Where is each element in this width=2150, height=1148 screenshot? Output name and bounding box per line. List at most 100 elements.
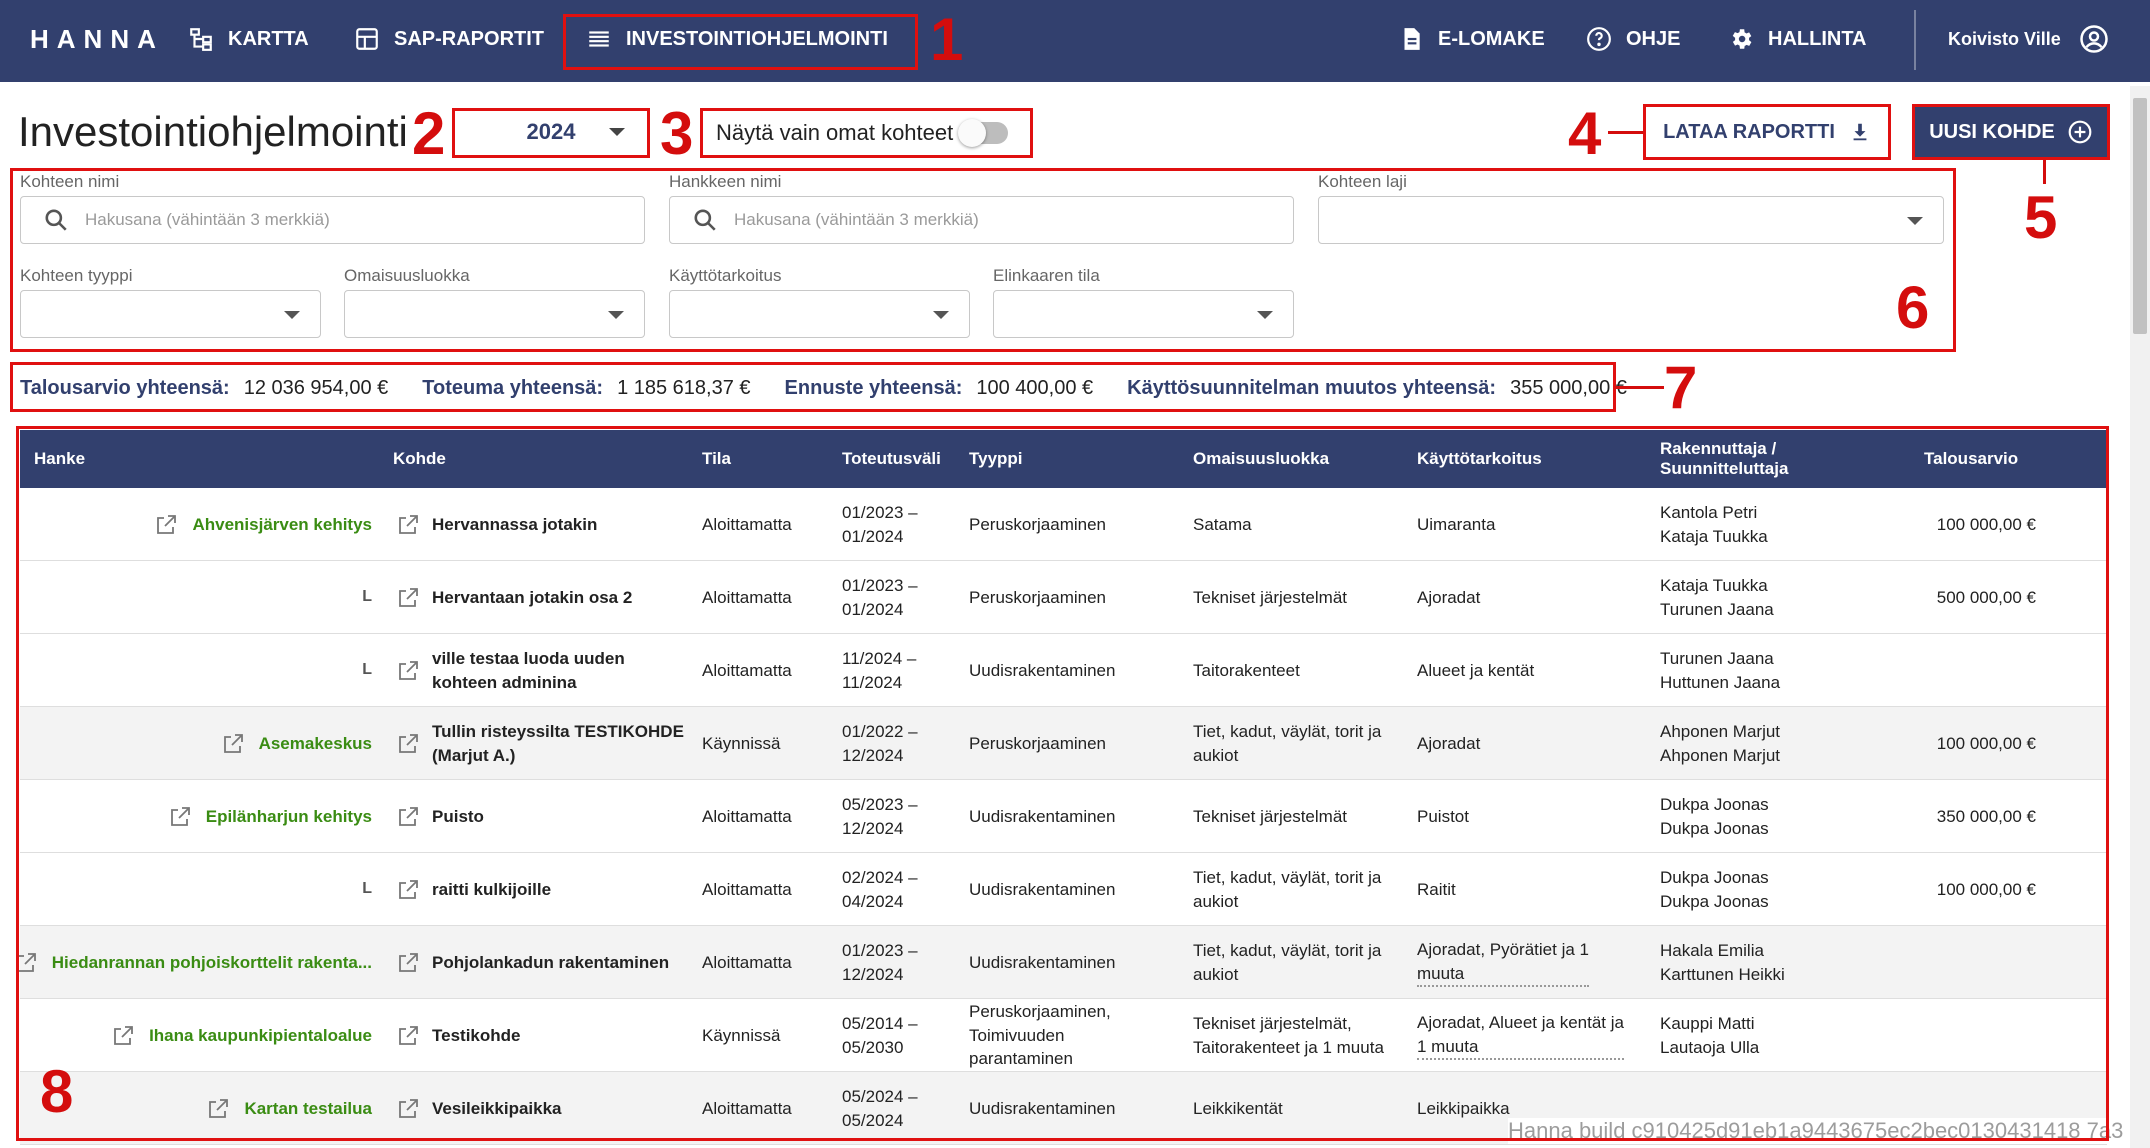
col-talousarvio[interactable]: Talousarvio bbox=[1924, 430, 2018, 488]
kohde-cell[interactable]: Vesileikkipaikka bbox=[396, 1072, 696, 1145]
rakennuttaja-cell: Kantola Petri Kataja Tuukka bbox=[1660, 488, 1860, 561]
col-kayttotarkoitus[interactable]: Käyttötarkoitus bbox=[1417, 430, 1542, 488]
omaisuusluokka-select[interactable] bbox=[344, 290, 645, 338]
annotation-number-1: 1 bbox=[930, 6, 964, 73]
date-range-line: 01/2024 bbox=[842, 526, 904, 546]
open-external-icon[interactable] bbox=[396, 951, 420, 975]
kayttotarkoitus-line: Alueet ja kentät bbox=[1417, 660, 1535, 680]
col-tyyppi[interactable]: Tyyppi bbox=[969, 430, 1023, 488]
open-external-icon[interactable] bbox=[168, 805, 192, 829]
person-line: Turunen Jaana bbox=[1660, 648, 1774, 668]
hanke-link[interactable]: Ihana kaupunkipientaloalue bbox=[149, 1024, 372, 1048]
hanke-cell[interactable]: Ahvenisjärven kehitys bbox=[20, 488, 372, 561]
kohde-cell[interactable]: Hervannassa jotakin bbox=[396, 488, 696, 561]
omaisuusluokka-lines: Satama bbox=[1193, 513, 1252, 537]
table-row[interactable]: Asemakeskus Tullin risteyssilta TESTIKOHD… bbox=[20, 707, 2107, 780]
search-hankkeen-nimi-input[interactable]: Hakusana (vähintään 3 merkkiä) bbox=[669, 196, 1294, 244]
col-rakennuttaja[interactable]: Rakennuttaja / Suunnitteluttaja bbox=[1660, 430, 1788, 488]
kayttotarkoitus-line: Leikkipaikka bbox=[1417, 1098, 1510, 1118]
col-kohde[interactable]: Kohde bbox=[393, 430, 446, 488]
col-hanke[interactable]: Hanke bbox=[34, 430, 85, 488]
own-items-toggle[interactable]: Näytä vain omat kohteet bbox=[702, 110, 1030, 156]
app-logo[interactable]: HANNA bbox=[30, 24, 164, 55]
kohde-cell[interactable]: ville testaa luoda uuden kohteen adminina bbox=[396, 634, 696, 707]
nav-e-lomake[interactable]: E-LOMAKE bbox=[1398, 0, 1545, 78]
kohde-cell[interactable]: Testikohde bbox=[396, 999, 696, 1072]
table-row[interactable]: Epilänharjun kehitys Puisto Aloittamatta 05… bbox=[20, 780, 2107, 853]
annotation-number-8: 8 bbox=[40, 1058, 74, 1125]
scrollbar-thumb[interactable] bbox=[2133, 98, 2147, 334]
open-external-icon[interactable] bbox=[396, 586, 420, 610]
kohteen-laji-select[interactable] bbox=[1318, 196, 1944, 244]
open-external-icon[interactable] bbox=[154, 513, 178, 537]
kayttotarkoitus-cell: Puistot bbox=[1417, 780, 1652, 853]
download-report-button[interactable]: LATAA RAPORTTI bbox=[1645, 106, 1889, 158]
table-row[interactable]: Ahvenisjärven kehitys Hervannassa jotakin… bbox=[20, 488, 2107, 561]
nav-investointiohjelmointi[interactable]: INVESTOINTIOHJELMOINTI bbox=[586, 0, 888, 78]
hanke-link[interactable]: Kartan testailua bbox=[244, 1097, 372, 1121]
kohde-name-line: Testikohde bbox=[432, 1025, 521, 1045]
total-actual-label: Toteuma yhteensä: bbox=[422, 376, 604, 399]
talousarvio-cell bbox=[1860, 999, 2036, 1072]
open-external-icon[interactable] bbox=[396, 878, 420, 902]
col-toteutusvali[interactable]: Toteutusväli bbox=[842, 430, 941, 488]
date-range-line: 01/2022 – bbox=[842, 721, 918, 741]
elinkaaren-tila-select[interactable] bbox=[993, 290, 1294, 338]
new-item-button[interactable]: UUSI KOHDE bbox=[1914, 106, 2108, 158]
nav-kartta[interactable]: KARTTA bbox=[188, 0, 309, 78]
kayttotarkoitus-select[interactable] bbox=[669, 290, 970, 338]
kohde-cell[interactable]: Pohjolankadun rakentaminen bbox=[396, 926, 696, 999]
open-external-icon[interactable] bbox=[111, 1024, 135, 1048]
col-omaisuusluokka[interactable]: Omaisuusluokka bbox=[1193, 430, 1329, 488]
kohde-cell[interactable]: raitti kulkijoille bbox=[396, 853, 696, 926]
col-tila[interactable]: Tila bbox=[702, 430, 731, 488]
kohde-name-line: Hervannassa jotakin bbox=[432, 514, 598, 534]
tyyppi-line: Uudisrakentaminen bbox=[969, 952, 1116, 972]
hanke-link[interactable]: Ahvenisjärven kehitys bbox=[192, 513, 372, 537]
hanke-cell[interactable]: Hiedanrannan pohjoiskorttelit rakenta... bbox=[16, 926, 372, 999]
hanke-cell[interactable]: Epilänharjun kehitys bbox=[20, 780, 372, 853]
table-row[interactable]: Hiedanrannan pohjoiskorttelit rakenta...… bbox=[16, 926, 2107, 999]
year-select[interactable]: 2024 bbox=[455, 108, 647, 156]
kohde-cell[interactable]: Hervantaan jotakin osa 2 bbox=[396, 561, 696, 634]
toggle-switch[interactable] bbox=[958, 119, 1008, 147]
total-forecast-label: Ennuste yhteensä: bbox=[784, 376, 963, 399]
kohde-cell[interactable]: Puisto bbox=[396, 780, 696, 853]
open-external-icon[interactable] bbox=[14, 951, 38, 975]
nav-hallinta[interactable]: HALLINTA bbox=[1728, 0, 1867, 78]
search-kohteen-nimi-placeholder: Hakusana (vähintään 3 merkkiä) bbox=[85, 210, 330, 229]
open-external-icon[interactable] bbox=[396, 805, 420, 829]
omaisuusluokka-lines: Tekniset järjestelmät, Taitorakenteet ja … bbox=[1193, 1012, 1384, 1060]
table-row[interactable]: Ihana kaupunkipientaloalue Testikohde Käyn… bbox=[20, 999, 2107, 1072]
hanke-link[interactable]: Hiedanrannan pohjoiskorttelit rakenta... bbox=[52, 951, 372, 975]
user-menu[interactable]: Koivisto Ville bbox=[1948, 0, 2109, 78]
hanke-cell: L bbox=[20, 634, 372, 707]
table-row[interactable]: Lville testaa luoda uuden kohteen adminin… bbox=[20, 634, 2107, 707]
nav-ohje[interactable]: OHJE bbox=[1586, 0, 1680, 78]
tila-cell: Aloittamatta bbox=[702, 488, 832, 561]
open-external-icon[interactable] bbox=[396, 732, 420, 756]
hanke-link[interactable]: Asemakeskus bbox=[259, 732, 372, 756]
open-external-icon[interactable] bbox=[396, 513, 420, 537]
kohteen-tyyppi-select[interactable] bbox=[20, 290, 321, 338]
nav-sap-raportit[interactable]: SAP-RAPORTIT bbox=[354, 0, 544, 78]
filter-kohteen-tyyppi-label: Kohteen tyyppi bbox=[20, 266, 133, 285]
person-line: Kauppi Matti bbox=[1660, 1013, 1755, 1033]
kayttotarkoitus-line: Puistot bbox=[1417, 806, 1469, 826]
date-range-line: 01/2023 – bbox=[842, 575, 918, 595]
open-external-icon[interactable] bbox=[396, 1097, 420, 1121]
open-external-icon[interactable] bbox=[396, 1024, 420, 1048]
kohde-cell[interactable]: Tullin risteyssilta TESTIKOHDE (Marjut A.… bbox=[396, 707, 696, 780]
table-row[interactable]: L Hervantaan jotakin osa 2 Aloittamatta 01/… bbox=[20, 561, 2107, 634]
open-external-icon[interactable] bbox=[206, 1097, 230, 1121]
table-row[interactable]: Lraitti kulkijoille Aloittamatta 02/2024 –… bbox=[20, 853, 2107, 926]
omaisuusluokka-lines: Taitorakenteet bbox=[1193, 659, 1300, 683]
search-kohteen-nimi-input[interactable]: Hakusana (vähintään 3 merkkiä) bbox=[20, 196, 645, 244]
open-external-icon[interactable] bbox=[221, 732, 245, 756]
hanke-link[interactable]: Epilänharjun kehitys bbox=[206, 805, 372, 829]
hanke-cell[interactable]: Asemakeskus bbox=[20, 707, 372, 780]
talousarvio-cell: 100 000,00 € bbox=[1860, 853, 2036, 926]
date-range-line: 01/2023 – bbox=[842, 940, 918, 960]
open-external-icon[interactable] bbox=[396, 659, 420, 683]
rakennuttaja-cell: Turunen Jaana Huttunen Jaana bbox=[1660, 634, 1860, 707]
